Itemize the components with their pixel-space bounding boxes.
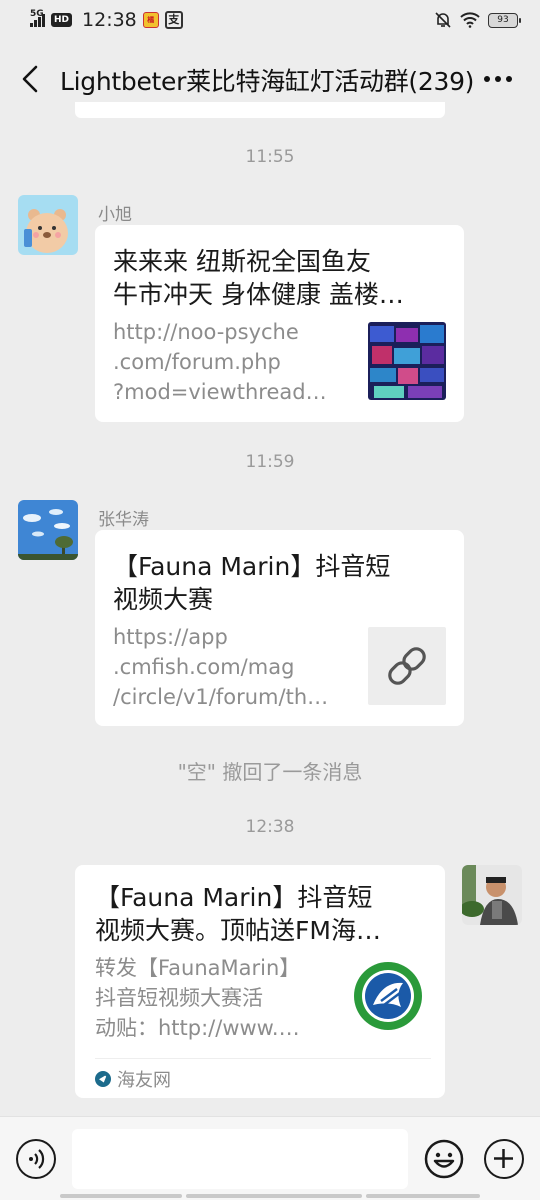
card-desc-line: https://app — [113, 625, 228, 649]
link-thumbnail — [368, 627, 446, 705]
sender-name: 张华涛 — [98, 510, 149, 530]
emoji-button[interactable] — [424, 1139, 464, 1179]
plus-icon — [494, 1149, 513, 1168]
card-desc-line: /circle/v1/forum/th… — [113, 685, 329, 709]
shared-article-card[interactable]: 【Fauna Marin】抖音短 视频大赛。顶帖送FM海… 转发【FaunaMa… — [75, 865, 445, 1098]
cellular-signal-icon: 5G — [30, 9, 45, 27]
card-title-line: 来来来 纽斯祝全国鱼友 — [113, 247, 371, 276]
avatar[interactable] — [18, 195, 78, 255]
card-title: 来来来 纽斯祝全国鱼友 牛市冲天 身体健康 盖楼… — [113, 245, 453, 311]
sky-avatar-icon — [18, 500, 78, 560]
nav-gesture-bar — [366, 1194, 480, 1198]
aquarium-thumbnail — [368, 322, 446, 400]
network-type: 5G — [30, 9, 44, 19]
card-desc-line: ?mod=viewthread… — [113, 380, 327, 404]
sender-name: 小旭 — [98, 205, 132, 225]
status-bar: 5G HD 12:38 橘 支 93 — [0, 0, 540, 40]
card-title: 【Fauna Marin】抖音短 视频大赛 — [113, 550, 453, 616]
card-title-line: 【Fauna Marin】抖音短 — [113, 552, 391, 581]
card-title-line: 【Fauna Marin】抖音短 — [95, 883, 373, 912]
card-source: 海友网 — [95, 1058, 431, 1098]
link-card[interactable]: 【Fauna Marin】抖音短 视频大赛 https://app .cmfis… — [95, 530, 464, 726]
hd-indicator: HD — [51, 13, 73, 27]
nav-gesture-bar — [60, 1194, 182, 1198]
message-timestamp: 11:59 — [245, 452, 295, 472]
source-name: 海友网 — [117, 1069, 171, 1091]
card-title-line: 牛市冲天 身体健康 盖楼… — [113, 280, 404, 309]
link-card[interactable]: 来来来 纽斯祝全国鱼友 牛市冲天 身体健康 盖楼… http://noo-psy… — [95, 225, 464, 422]
my-avatar[interactable] — [462, 865, 522, 925]
more-actions-button[interactable] — [484, 1139, 524, 1179]
message-timestamp: 12:38 — [245, 817, 295, 837]
wifi-icon — [460, 12, 480, 28]
card-title-line: 视频大赛 — [113, 585, 214, 614]
card-desc-line: http://noo-psyche — [113, 320, 299, 344]
bear-avatar-icon — [18, 195, 78, 255]
card-description: https://app .cmfish.com/mag /circle/v1/f… — [113, 622, 353, 712]
voice-input-button[interactable] — [16, 1139, 56, 1179]
link-icon — [388, 647, 426, 685]
source-logo-icon — [95, 1070, 111, 1087]
message-timestamp: 11:55 — [245, 147, 295, 167]
card-desc-line: .cmfish.com/mag — [113, 655, 295, 679]
card-title-line: 视频大赛。顶帖送FM海… — [95, 916, 381, 945]
battery-icon: 93 — [488, 12, 521, 28]
card-desc-line: .com/forum.php — [113, 350, 281, 374]
card-desc-line: 转发【FaunaMarin】 — [95, 956, 301, 980]
more-options-icon[interactable] — [482, 64, 514, 94]
card-title: 【Fauna Marin】抖音短 视频大赛。顶帖送FM海… — [95, 881, 435, 947]
card-desc-line: 抖音短视频大赛活 — [95, 986, 263, 1010]
back-arrow-icon[interactable] — [18, 64, 42, 94]
message-input[interactable] — [72, 1129, 408, 1189]
app-notification-icon: 橘 — [142, 12, 159, 28]
card-description: 转发【FaunaMarin】 抖音短视频大赛活 动贴：http://www.… — [95, 953, 335, 1043]
smiley-icon — [424, 1139, 464, 1179]
voice-icon — [29, 1149, 45, 1169]
card-desc-line: 动贴：http://www.… — [95, 1016, 300, 1040]
chat-title: Lightbeter莱比特海缸灯活动群(239) — [60, 67, 475, 96]
previous-message-card[interactable] — [75, 102, 445, 118]
nav-gesture-bar — [186, 1194, 362, 1198]
person-avatar-icon — [462, 865, 522, 925]
recall-notice: "空" 撤回了一条消息 — [177, 760, 363, 784]
clock: 12:38 — [82, 9, 137, 31]
avatar[interactable] — [18, 500, 78, 560]
fish-logo-icon — [353, 961, 423, 1031]
alipay-notification-icon: 支 — [164, 11, 183, 29]
card-description: http://noo-psyche .com/forum.php ?mod=vi… — [113, 317, 353, 407]
mute-bell-icon — [435, 12, 451, 28]
input-bar — [0, 1116, 540, 1200]
